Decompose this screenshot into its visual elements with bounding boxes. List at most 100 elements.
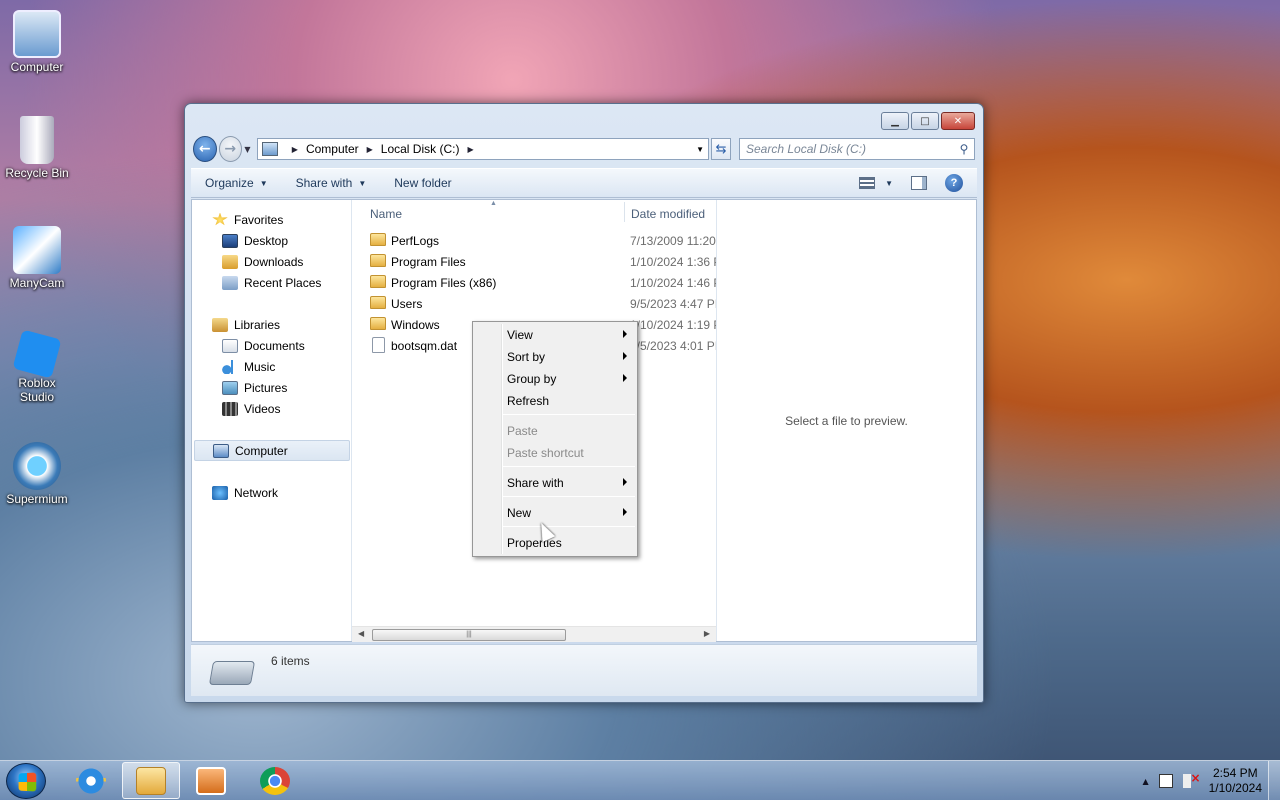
back-arrow-icon: ← bbox=[198, 141, 211, 157]
nav-documents[interactable]: Documents bbox=[222, 335, 305, 356]
downloads-icon bbox=[222, 254, 238, 269]
organize-label: Organize bbox=[205, 176, 254, 190]
nav-label: Pictures bbox=[244, 380, 288, 395]
clock[interactable]: 2:54 PM 1/10/2024 bbox=[1209, 766, 1262, 796]
new-folder-button[interactable]: New folder bbox=[380, 169, 465, 197]
file-name: Users bbox=[391, 297, 423, 311]
search-icon[interactable]: ⚲ bbox=[954, 142, 974, 156]
menu-item-refresh[interactable]: Refresh bbox=[473, 389, 637, 411]
star-icon bbox=[212, 212, 228, 226]
show-desktop-button[interactable] bbox=[1268, 761, 1280, 800]
search-input[interactable] bbox=[746, 142, 954, 156]
share-with-button[interactable]: Share with ▼ bbox=[282, 169, 381, 197]
nav-libraries[interactable]: Libraries bbox=[212, 314, 280, 335]
help-icon[interactable]: ? bbox=[945, 174, 963, 192]
scroll-left-icon[interactable]: ◀ bbox=[358, 629, 364, 638]
window-controls: ▁ □ ✕ bbox=[881, 112, 975, 130]
system-tray: ▲ 2:54 PM 1/10/2024 bbox=[1142, 761, 1280, 800]
nav-videos[interactable]: Videos bbox=[222, 398, 280, 419]
computer-icon bbox=[261, 142, 278, 156]
maximize-button[interactable]: □ bbox=[911, 112, 939, 130]
taskbar-app-chrome[interactable] bbox=[246, 762, 304, 799]
menu-item-properties[interactable]: Properties bbox=[473, 531, 637, 553]
menu-item-group-by[interactable]: Group by bbox=[473, 367, 637, 389]
file-row[interactable]: Users 9/5/2023 4:47 PI bbox=[352, 293, 716, 314]
file-date: 1/10/2024 1:46 P bbox=[630, 276, 716, 290]
breadcrumb-chevron-icon[interactable]: ▶ bbox=[467, 145, 473, 154]
folder-explorer-icon bbox=[136, 766, 166, 795]
change-view-button[interactable]: ▼ bbox=[859, 177, 893, 189]
command-bar: Organize ▼ Share with ▼ New folder ▼ ? bbox=[191, 168, 977, 198]
volume-muted-icon[interactable] bbox=[1182, 771, 1201, 788]
nav-desktop[interactable]: Desktop bbox=[222, 230, 288, 251]
desktop-icon-computer[interactable]: Computer bbox=[0, 10, 74, 74]
horizontal-scrollbar[interactable]: ◀ ||| ▶ bbox=[352, 626, 716, 642]
back-button[interactable]: ← bbox=[193, 136, 217, 162]
nav-label: Recent Places bbox=[244, 275, 322, 290]
search-box[interactable]: ⚲ bbox=[739, 138, 975, 160]
menu-item-label: Refresh bbox=[507, 394, 550, 408]
chrome-icon bbox=[260, 766, 290, 795]
action-center-flag-icon[interactable] bbox=[1158, 774, 1173, 788]
address-bar[interactable]: ▶ Computer ▶ Local Disk (C:) ▶ ▼ bbox=[256, 138, 710, 160]
computer-icon bbox=[213, 443, 229, 458]
file-row[interactable]: Program Files 1/10/2024 1:36 P bbox=[352, 251, 716, 272]
nav-label: Videos bbox=[244, 401, 281, 416]
submenu-arrow-icon bbox=[623, 478, 627, 486]
recycle-bin-icon bbox=[20, 116, 54, 164]
nav-downloads[interactable]: Downloads bbox=[222, 251, 303, 272]
menu-item-label: Properties bbox=[507, 536, 562, 550]
menu-item-paste-shortcut[interactable]: Paste shortcut bbox=[473, 441, 637, 463]
desktop-icon-manycam[interactable]: ManyCam bbox=[0, 226, 74, 290]
nav-computer[interactable]: Computer bbox=[194, 440, 350, 461]
desktop-icon-label: Computer bbox=[10, 60, 64, 74]
desktop-icon-label: ManyCam bbox=[9, 276, 65, 290]
refresh-button[interactable]: ⇆ bbox=[711, 138, 731, 160]
nav-pictures[interactable]: Pictures bbox=[222, 377, 287, 398]
media-player-icon bbox=[196, 766, 226, 795]
breadcrumb-chevron-icon[interactable]: ▶ bbox=[292, 145, 298, 154]
column-header-name[interactable]: Name bbox=[370, 207, 402, 221]
scroll-right-icon[interactable]: ▶ bbox=[704, 629, 710, 638]
breadcrumb-computer[interactable]: Computer bbox=[306, 142, 359, 156]
taskbar-app-windows-explorer[interactable] bbox=[122, 762, 180, 799]
menu-item-share-with[interactable]: Share with bbox=[473, 471, 637, 493]
file-row[interactable]: Program Files (x86) 1/10/2024 1:46 P bbox=[352, 272, 716, 293]
music-icon bbox=[222, 359, 238, 374]
preview-pane-icon[interactable] bbox=[911, 176, 927, 190]
breadcrumb-chevron-icon[interactable]: ▶ bbox=[367, 145, 373, 154]
desktop-icon-supermium[interactable]: Supermium bbox=[0, 442, 74, 506]
desktop-icon-recycle-bin[interactable]: Recycle Bin bbox=[0, 116, 74, 180]
menu-item-label: New bbox=[507, 506, 532, 520]
address-dropdown-icon[interactable]: ▼ bbox=[692, 145, 708, 154]
menu-item-view[interactable]: View bbox=[473, 323, 637, 345]
column-header-date-modified[interactable]: Date modified bbox=[631, 207, 705, 221]
column-divider[interactable] bbox=[624, 202, 625, 222]
close-button[interactable]: ✕ bbox=[941, 112, 975, 130]
manycam-icon bbox=[13, 226, 61, 274]
clock-time: 2:54 PM bbox=[1212, 766, 1258, 780]
forward-arrow-icon: → bbox=[224, 141, 237, 157]
minimize-button[interactable]: ▁ bbox=[881, 112, 909, 130]
show-hidden-icons-icon[interactable]: ▲ bbox=[1142, 777, 1148, 786]
menu-separator bbox=[503, 414, 635, 415]
nav-network[interactable]: Network bbox=[212, 482, 278, 503]
nav-recent-places[interactable]: Recent Places bbox=[222, 272, 321, 293]
file-row[interactable]: PerfLogs 7/13/2009 11:20 bbox=[352, 230, 716, 251]
breadcrumb-local-disk[interactable]: Local Disk (C:) bbox=[381, 142, 460, 156]
nav-music[interactable]: Music bbox=[222, 356, 275, 377]
menu-item-new[interactable]: New bbox=[473, 501, 637, 523]
submenu-arrow-icon bbox=[623, 508, 627, 516]
scrollbar-thumb[interactable]: ||| bbox=[372, 629, 566, 641]
forward-button[interactable]: → bbox=[218, 136, 243, 162]
desktop-icon-roblox-studio[interactable]: Roblox Studio bbox=[0, 329, 74, 404]
nav-favorites[interactable]: Favorites bbox=[212, 209, 283, 230]
taskbar-app-media-player[interactable] bbox=[182, 762, 240, 799]
recent-pages-dropdown[interactable]: ▼ bbox=[242, 145, 253, 154]
menu-item-paste[interactable]: Paste bbox=[473, 419, 637, 441]
desktop-icon bbox=[222, 233, 238, 248]
taskbar-app-internet-explorer[interactable] bbox=[62, 762, 120, 799]
start-button[interactable] bbox=[6, 763, 46, 799]
menu-item-sort-by[interactable]: Sort by bbox=[473, 345, 637, 367]
organize-button[interactable]: Organize ▼ bbox=[191, 169, 282, 197]
